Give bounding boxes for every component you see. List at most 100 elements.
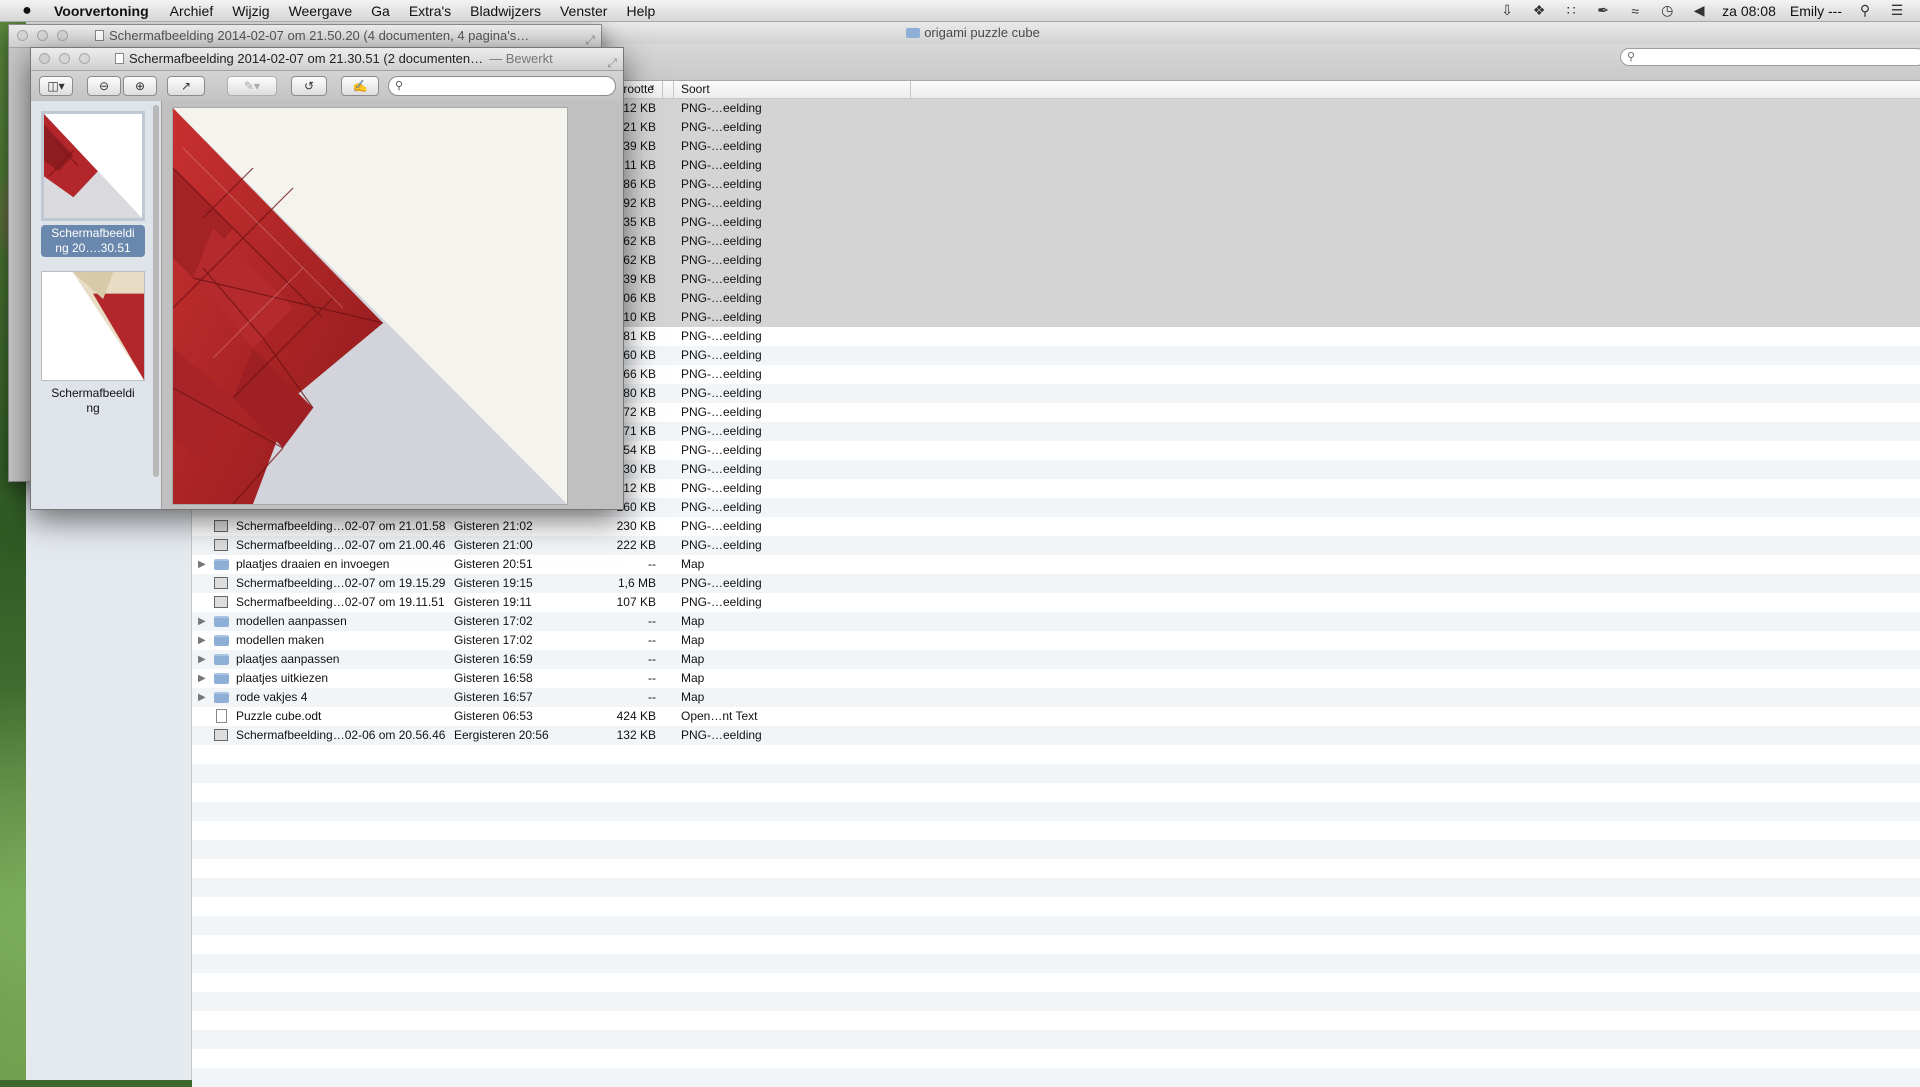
file-kind: PNG-…eelding	[681, 177, 762, 191]
image-file-icon	[214, 577, 228, 589]
table-row[interactable]: ▶ plaatjes aanpassen Gisteren 16:59 -- Map	[192, 650, 1920, 669]
file-size: --	[648, 633, 656, 647]
column-header-kind[interactable]: Soort	[681, 82, 710, 96]
menu-help[interactable]: Help	[626, 3, 655, 19]
file-date: Gisteren 19:11	[454, 595, 532, 609]
download-icon[interactable]: ⇩	[1498, 2, 1516, 19]
file-date: Gisteren 17:02	[454, 614, 533, 628]
menu-extras[interactable]: Extra's	[409, 3, 451, 19]
volume-icon[interactable]: ◀	[1690, 2, 1708, 19]
image-file-icon	[214, 520, 228, 532]
file-kind: PNG-…eelding	[681, 272, 762, 286]
table-row[interactable]: ▶ plaatjes uitkiezen Gisteren 16:58 -- Map	[192, 669, 1920, 688]
menu-user[interactable]: Emily ---	[1790, 3, 1842, 19]
sidebar-scrollbar[interactable]	[153, 105, 159, 477]
apple-menu-icon[interactable]: ●	[16, 2, 38, 20]
disclosure-triangle-icon[interactable]: ▶	[198, 650, 208, 669]
edited-indicator[interactable]: — Bewerkt	[489, 51, 553, 66]
zoom-button[interactable]	[79, 53, 90, 64]
menu-venster[interactable]: Venster	[560, 3, 607, 19]
menu-ga[interactable]: Ga	[371, 3, 390, 19]
file-kind: PNG-…eelding	[681, 386, 762, 400]
finder-search-input[interactable]: ⚲	[1620, 48, 1920, 66]
file-kind: Map	[681, 557, 705, 571]
file-size: 222 KB	[616, 538, 656, 552]
rotate-button[interactable]: ↺	[291, 76, 327, 96]
file-kind: PNG-…eelding	[681, 443, 762, 457]
table-row[interactable]: Schermafbeelding…02-07 om 21.00.46 Gister…	[192, 536, 1920, 555]
preview-canvas	[162, 101, 623, 509]
empty-row	[192, 1030, 1920, 1049]
preview-back-titlebar[interactable]: Schermafbeelding 2014-02-07 om 21.50.20 …	[9, 25, 601, 48]
menu-app-name[interactable]: Voorvertoning	[54, 3, 149, 19]
empty-row	[192, 935, 1920, 954]
menu-bladwijzers[interactable]: Bladwijzers	[470, 3, 541, 19]
spotlight-icon[interactable]: ⚲	[1856, 2, 1874, 19]
minimize-button[interactable]	[59, 53, 70, 64]
table-row[interactable]: Schermafbeelding…02-07 om 19.11.51 Gister…	[192, 593, 1920, 612]
zoom-button[interactable]	[57, 30, 68, 41]
folder-icon	[214, 692, 229, 703]
view-menu-button[interactable]: ◫▾	[39, 76, 73, 96]
minimize-button[interactable]	[37, 30, 48, 41]
table-row[interactable]: ▶ rode vakjes 4 Gisteren 16:57 -- Map	[192, 688, 1920, 707]
thumbnail-2[interactable]: Schermafbeeldi ng	[41, 271, 145, 417]
file-size: --	[648, 614, 656, 628]
table-row[interactable]: ▶ plaatjes draaien en invoegen Gisteren 20…	[192, 555, 1920, 574]
menu-wijzig[interactable]: Wijzig	[232, 3, 269, 19]
share-button[interactable]: ↗	[167, 76, 205, 96]
search-icon: ⚲	[395, 80, 404, 92]
menu-weergave[interactable]: Weergave	[289, 3, 353, 19]
notification-center-icon[interactable]: ☰	[1888, 2, 1906, 19]
empty-row	[192, 954, 1920, 973]
close-button[interactable]	[17, 30, 28, 41]
disclosure-triangle-icon[interactable]: ▶	[198, 669, 208, 688]
preview-page[interactable]	[172, 107, 568, 505]
table-row[interactable]: ▶ modellen maken Gisteren 17:02 -- Map	[192, 631, 1920, 650]
zoom-in-button[interactable]: ⊕	[123, 76, 157, 96]
file-kind: PNG-…eelding	[681, 519, 762, 533]
annotate-button[interactable]: ✎▾	[227, 76, 277, 96]
preview-search-input[interactable]: ⚲	[388, 76, 616, 96]
file-kind: PNG-…eelding	[681, 215, 762, 229]
table-row[interactable]: ▶ modellen aanpassen Gisteren 17:02 -- Map	[192, 612, 1920, 631]
file-name: plaatjes uitkiezen	[236, 671, 329, 685]
file-date: Gisteren 20:51	[454, 557, 533, 571]
file-name: Schermafbeelding…02-07 om 19.15.29	[236, 576, 446, 590]
folder-icon	[214, 654, 229, 665]
table-row[interactable]: Schermafbeelding…02-07 om 19.15.29 Gister…	[192, 574, 1920, 593]
file-kind: PNG-…eelding	[681, 348, 762, 362]
table-row[interactable]: Schermafbeelding…02-06 om 20.56.46 Eergis…	[192, 726, 1920, 745]
table-row[interactable]: Schermafbeelding…02-07 om 21.01.58 Gister…	[192, 517, 1920, 536]
spaces-icon[interactable]: ∷	[1562, 2, 1580, 19]
zoom-out-button[interactable]: ⊖	[87, 76, 121, 96]
thumbnail-image	[41, 111, 145, 221]
preview-front-titlebar[interactable]: Schermafbeelding 2014-02-07 om 21.30.51 …	[31, 48, 623, 71]
wifi-icon[interactable]: ≈	[1626, 3, 1644, 19]
edit-toolbar-button[interactable]: ✍	[341, 76, 379, 96]
menu-archief[interactable]: Archief	[170, 3, 214, 19]
file-date: Eergisteren 20:56	[454, 728, 549, 742]
pin-icon[interactable]: ✒	[1594, 2, 1612, 19]
close-button[interactable]	[39, 53, 50, 64]
file-kind: PNG-…eelding	[681, 120, 762, 134]
empty-row	[192, 840, 1920, 859]
disclosure-triangle-icon[interactable]: ▶	[198, 555, 208, 574]
file-kind: PNG-…eelding	[681, 329, 762, 343]
thumbnail-1[interactable]: Schermafbeeldi ng 20….30.51	[41, 111, 145, 257]
file-kind: Map	[681, 690, 705, 704]
file-name: Schermafbeelding…02-07 om 21.01.58	[236, 519, 446, 533]
time-machine-icon[interactable]: ◷	[1658, 2, 1676, 19]
file-kind: PNG-…eelding	[681, 101, 762, 115]
file-date: Gisteren 16:58	[454, 671, 533, 685]
disclosure-triangle-icon[interactable]: ▶	[198, 631, 208, 650]
file-kind: PNG-…eelding	[681, 234, 762, 248]
dropbox-icon[interactable]: ❖	[1530, 2, 1548, 19]
file-kind: PNG-…eelding	[681, 728, 762, 742]
disclosure-triangle-icon[interactable]: ▶	[198, 688, 208, 707]
disclosure-triangle-icon[interactable]: ▶	[198, 612, 208, 631]
menu-clock[interactable]: za 08:08	[1722, 3, 1776, 19]
image-file-icon	[214, 729, 228, 741]
table-row[interactable]: Puzzle cube.odt Gisteren 06:53 424 KB Open……	[192, 707, 1920, 726]
document-icon	[216, 709, 227, 723]
